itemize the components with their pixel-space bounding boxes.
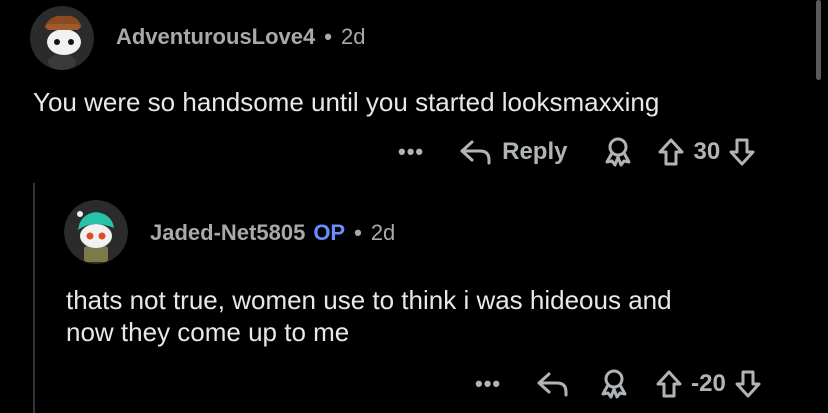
more-options-icon[interactable]: •••	[475, 371, 501, 397]
upvote-button[interactable]	[657, 137, 685, 167]
reply-button[interactable]: Reply	[458, 138, 567, 166]
comment-text: You were so handsome until you started l…	[33, 87, 660, 117]
reply-text: thats not true, women use to think i was…	[66, 284, 806, 348]
downvote-button[interactable]	[728, 137, 756, 167]
reply-arrow-icon	[537, 372, 568, 397]
vote-count: 30	[693, 138, 721, 165]
more-options-icon[interactable]: •••	[398, 139, 424, 165]
downvote-arrow-icon	[729, 138, 755, 166]
comment-header: AdventurousLove4 • 2d	[116, 24, 365, 50]
award-icon	[601, 369, 627, 399]
downvote-arrow-icon	[735, 370, 761, 398]
username[interactable]: AdventurousLove4	[116, 24, 315, 50]
username[interactable]: Jaded-Net5805	[150, 220, 305, 246]
reply-text-line: now they come up to me	[66, 317, 350, 347]
award-button[interactable]	[599, 368, 629, 400]
vote-count: -20	[691, 370, 726, 397]
comment-action-bar: ••• Reply 30	[398, 132, 756, 172]
upvote-arrow-icon	[658, 138, 684, 166]
separator-dot: •	[324, 24, 332, 49]
upvote-button[interactable]	[655, 369, 683, 399]
op-badge: OP	[313, 220, 346, 245]
reply-header: Jaded-Net5805 OP • 2d	[150, 220, 395, 246]
downvote-button[interactable]	[734, 369, 762, 399]
reply-action-bar: ••• -20	[475, 364, 762, 404]
reply-text-line: thats not true, women use to think i was…	[66, 285, 672, 315]
thread-collapse-line[interactable]	[33, 183, 35, 413]
avatar[interactable]	[30, 6, 94, 70]
avatar[interactable]	[64, 200, 128, 264]
award-icon	[605, 137, 631, 167]
reply-button[interactable]	[535, 370, 569, 398]
scrollbar[interactable]	[816, 0, 821, 80]
upvote-arrow-icon	[656, 370, 682, 398]
award-button[interactable]	[603, 136, 633, 168]
reply-label: Reply	[502, 138, 568, 165]
timestamp: 2d	[340, 24, 366, 49]
reply-arrow-icon	[460, 140, 491, 165]
separator-dot: •	[354, 220, 362, 245]
timestamp: 2d	[370, 220, 396, 245]
